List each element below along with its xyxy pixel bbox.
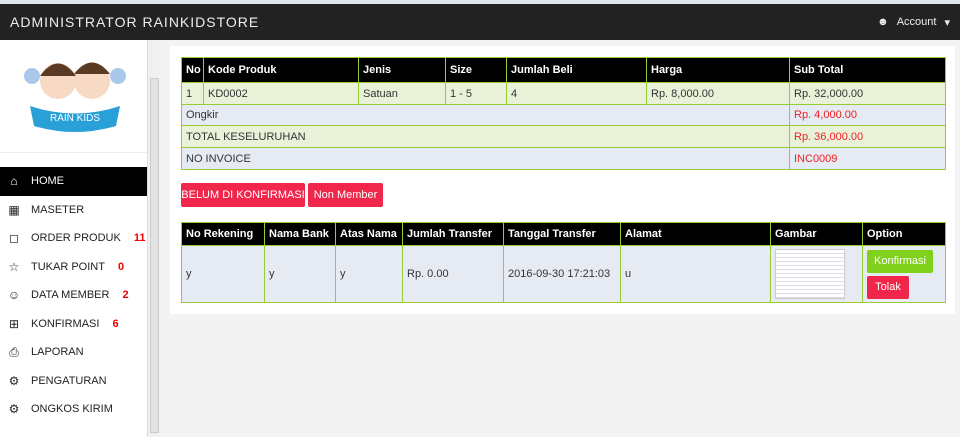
transfer-proof-image[interactable] [775, 249, 845, 299]
total-label: TOTAL KESELURUHAN [181, 125, 790, 148]
inbox-icon: ⊞ [8, 316, 20, 331]
col-no: No [181, 57, 204, 83]
cell: Rp. 8,000.00 [646, 82, 790, 105]
printer-icon: ⎙ [9, 344, 19, 359]
ongkir-value: Rp. 4,000.00 [789, 104, 946, 126]
rainkids-logo: RAIN KIDS [24, 62, 126, 132]
svg-text:RAIN KIDS: RAIN KIDS [50, 113, 100, 124]
cell: Rp. 32,000.00 [789, 82, 946, 105]
col-nama-bank: Nama Bank [264, 222, 336, 246]
user-icon: ☺ [7, 288, 21, 303]
tolak-button[interactable]: Tolak [867, 275, 909, 299]
table-header: No Rekening Nama Bank Atas Nama Jumlah Tran… [181, 222, 946, 246]
sidebar-item-laporan[interactable]: ⎙ LAPORAN [0, 338, 147, 367]
order-table: No Kode Produk Jenis Size Jumlah Beli Harga Su… [181, 57, 946, 170]
sidebar-scrollbar[interactable] [147, 40, 160, 437]
scrollbar-thumb[interactable] [150, 78, 159, 433]
caret-down-icon: ▾ [944, 16, 950, 29]
sidebar-item-home[interactable]: ⌂ HOME [0, 167, 147, 196]
bag-icon: ◻ [9, 231, 19, 246]
col-subtotal: Sub Total [789, 57, 946, 83]
sidebar-item-ongkos-kirim[interactable]: ⚙ ONGKOS KIRIM [0, 395, 147, 424]
sidebar-item-label: DATA MEMBER [31, 289, 110, 302]
sidebar-item-label: ONGKOS KIRIM [31, 403, 113, 416]
col-alamat: Alamat [620, 222, 771, 246]
total-row: TOTAL KESELURUHAN Rp. 36,000.00 [181, 125, 946, 148]
col-kode: Kode Produk [203, 57, 359, 83]
sidebar-item-label: MASETER [31, 203, 85, 216]
ongkir-row: Ongkir Rp. 4,000.00 [181, 104, 946, 126]
gambar-cell [770, 245, 863, 303]
cell: u [620, 245, 771, 303]
col-jumlah-transfer: Jumlah Transfer [402, 222, 504, 246]
sidebar-item-pengaturan[interactable]: ⚙ PENGATURAN [0, 367, 147, 396]
col-option: Option [862, 222, 946, 246]
invoice-label: NO INVOICE [181, 147, 790, 170]
col-gambar: Gambar [770, 222, 863, 246]
cell: y [264, 245, 336, 303]
grid-icon: ▦ [8, 202, 20, 217]
cell: 4 [506, 82, 647, 105]
table-header: No Kode Produk Jenis Size Jumlah Beli Harga Su… [181, 57, 946, 83]
sidebar: RAIN KIDS ⌂ HOME ▦ MASETER ◻ ORDER PRODUK 11… [0, 40, 147, 437]
cell: 1 [181, 82, 204, 105]
sidebar-item-tukar-point[interactable]: ☆ TUKAR POINT 0 [0, 253, 147, 282]
col-jumlah: Jumlah Beli [506, 57, 647, 83]
cell: Satuan [358, 82, 446, 105]
account-menu[interactable]: ☻ Account ▾ [877, 16, 950, 29]
cell: KD0002 [203, 82, 359, 105]
count-badge: 0 [117, 260, 125, 273]
sidebar-item-label: ORDER PRODUK [31, 232, 121, 245]
col-harga: Harga [646, 57, 790, 83]
table-row: y y y Rp. 0.00 2016-09-30 17:21:03 u Konfirma… [181, 245, 946, 303]
sidebar-item-label: PENGATURAN [31, 374, 107, 387]
sidebar-item-konfirmasi[interactable]: ⊞ KONFIRMASI 6 [0, 310, 147, 339]
total-value: Rp. 36,000.00 [789, 125, 946, 148]
invoice-value: INC0009 [789, 147, 946, 170]
cell: y [181, 245, 265, 303]
user-icon: ☻ [877, 16, 889, 28]
col-tanggal-transfer: Tanggal Transfer [503, 222, 621, 246]
gear-icon: ⚙ [8, 402, 20, 417]
count-badge: 6 [112, 317, 119, 330]
cell: 1 - 5 [445, 82, 507, 105]
count-badge: 11 [133, 232, 146, 245]
col-jenis: Jenis [358, 57, 446, 83]
member-type-button[interactable]: Non Member [308, 183, 383, 207]
col-no-rekening: No Rekening [181, 222, 265, 246]
app-title: ADMINISTRATOR RAINKIDSTORE [10, 14, 260, 30]
sidebar-item-label: HOME [31, 175, 64, 188]
konfirmasi-button[interactable]: Konfirmasi [867, 249, 933, 273]
top-navbar: ADMINISTRATOR RAINKIDSTORE ☻ Account ▾ [0, 4, 960, 40]
cell: y [335, 245, 403, 303]
table-row: 1 KD0002 Satuan 1 - 5 4 Rp. 8,000.00 Rp. 32,00… [181, 82, 946, 105]
account-label: Account [896, 16, 937, 28]
sidebar-item-label: KONFIRMASI [31, 317, 100, 330]
cell: Rp. 0.00 [402, 245, 504, 303]
sidebar-item-label: LAPORAN [31, 346, 84, 359]
count-badge: 2 [122, 289, 129, 302]
home-icon: ⌂ [10, 174, 18, 189]
sidebar-item-order-produk[interactable]: ◻ ORDER PRODUK 11 [0, 224, 147, 253]
sidebar-item-label: TUKAR POINT [31, 260, 105, 273]
col-atas-nama: Atas Nama [335, 222, 403, 246]
ongkir-label: Ongkir [181, 104, 790, 126]
sidebar-item-maseter[interactable]: ▦ MASETER [0, 196, 147, 225]
option-cell: Konfirmasi Tolak [862, 245, 946, 303]
gear-icon: ⚙ [8, 373, 20, 388]
invoice-row: NO INVOICE INC0009 [181, 147, 946, 170]
cell: 2016-09-30 17:21:03 [503, 245, 621, 303]
transfer-table: No Rekening Nama Bank Atas Nama Jumlah Tran… [181, 222, 946, 303]
order-detail-panel: No Kode Produk Jenis Size Jumlah Beli Harga Su… [170, 46, 955, 314]
col-size: Size [445, 57, 507, 83]
sidebar-item-data-member[interactable]: ☺ DATA MEMBER 2 [0, 281, 147, 310]
status-confirm-button[interactable]: BELUM DI KONFIRMASI [181, 183, 305, 207]
star-icon: ☆ [8, 259, 20, 274]
sidebar-menu: ⌂ HOME ▦ MASETER ◻ ORDER PRODUK 11 ☆ TUKAR PO… [0, 167, 147, 424]
sidebar-divider [0, 152, 147, 153]
